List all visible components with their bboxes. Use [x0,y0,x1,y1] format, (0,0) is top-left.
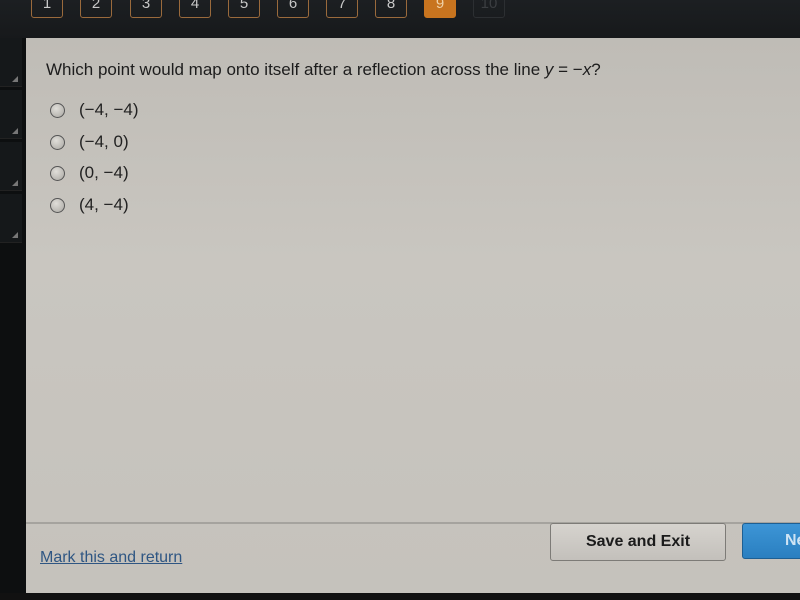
option-label: (−4, −4) [79,100,139,119]
answer-option-3[interactable]: (0, −4) [50,161,129,185]
answer-option-1[interactable]: (−4, −4) [50,98,139,122]
option-label: (−4, 0) [79,132,129,151]
question-text: Which point would map onto itself after … [46,60,601,80]
screen-bezel [0,593,800,600]
question-mark: ? [591,60,601,79]
question-nav-2[interactable]: 2 [80,0,112,18]
question-nav-10[interactable]: 10 [473,0,505,18]
question-nav-8[interactable]: 8 [375,0,407,18]
answer-option-4[interactable]: (4, −4) [50,193,129,217]
equation-variable-x: x [582,60,592,79]
side-tab[interactable] [0,142,22,191]
mark-and-return-link[interactable]: Mark this and return [40,549,182,567]
option-label: (0, −4) [79,163,129,182]
equation-operator: = − [553,60,583,79]
answer-option-2[interactable]: (−4, 0) [50,130,129,154]
radio-button[interactable] [50,102,65,118]
question-panel: Which point would map onto itself after … [26,38,800,593]
radio-button[interactable] [50,165,65,181]
question-navigator: 1 2 3 4 5 6 7 8 9 10 [0,0,800,38]
question-nav-9[interactable]: 9 [424,0,456,18]
side-tabs [0,38,26,598]
radio-button[interactable] [50,197,65,213]
question-nav-1[interactable]: 1 [31,0,63,18]
question-nav-5[interactable]: 5 [228,0,260,18]
question-nav-3[interactable]: 3 [130,0,162,18]
question-nav-7[interactable]: 7 [326,0,358,18]
side-tab[interactable] [0,38,22,87]
option-label: (4, −4) [79,195,129,214]
radio-button[interactable] [50,134,65,150]
question-prompt: Which point would map onto itself after … [46,60,545,79]
side-tab[interactable] [0,194,22,243]
question-nav-6[interactable]: 6 [277,0,309,18]
save-and-exit-button[interactable]: Save and Exit [550,523,726,561]
side-tab[interactable] [0,90,22,139]
question-nav-4[interactable]: 4 [179,0,211,18]
next-button[interactable]: Next [742,523,800,559]
